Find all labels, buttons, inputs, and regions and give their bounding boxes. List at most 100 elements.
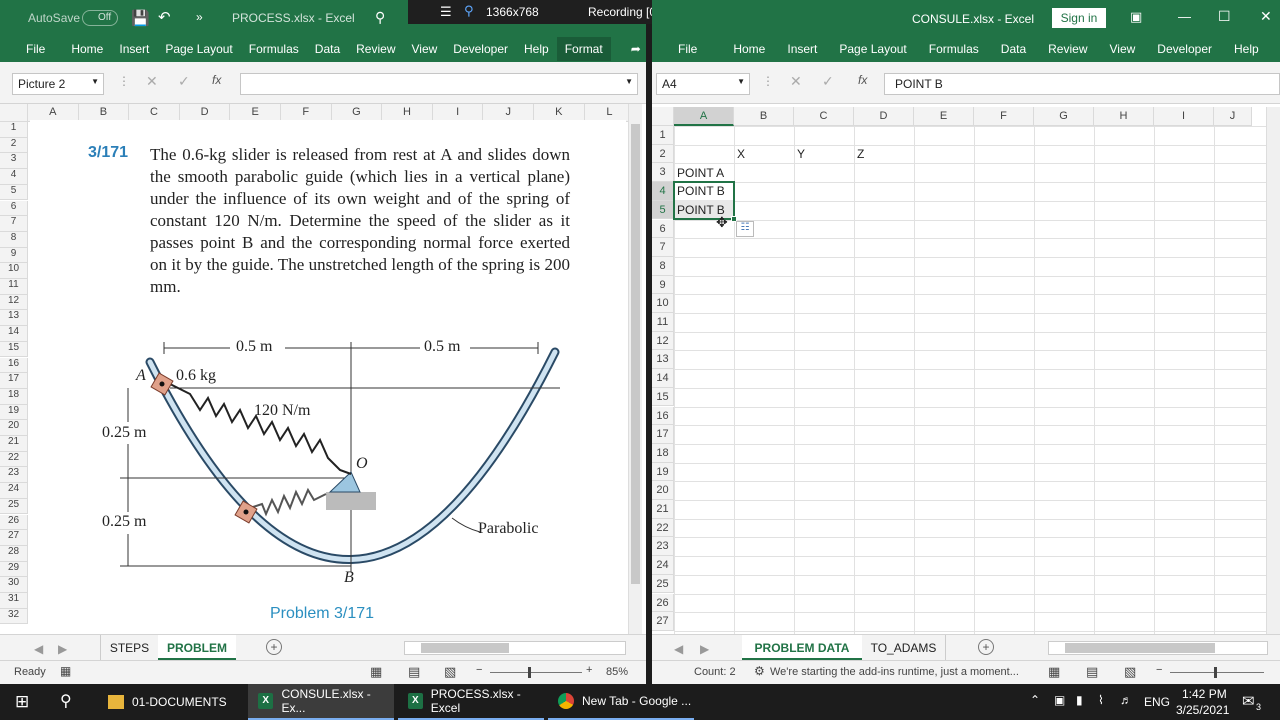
r-column-header[interactable]: A xyxy=(674,107,734,126)
r-row-header[interactable]: 11 xyxy=(652,313,674,332)
add-sheet-icon[interactable]: + xyxy=(266,639,282,655)
r-menu-formulas[interactable]: Formulas xyxy=(921,42,987,56)
normal-view-icon[interactable]: ▦ xyxy=(370,664,382,680)
r-row-header[interactable]: 26 xyxy=(652,593,674,613)
problem-picture[interactable]: 3/171 The 0.6-kg slider is released from… xyxy=(30,120,626,630)
r-menu-developer[interactable]: Developer xyxy=(1149,42,1220,56)
tray-expand-icon[interactable]: ⌃ xyxy=(1030,693,1040,707)
r-row-header[interactable]: 13 xyxy=(652,350,674,370)
more-commands-icon[interactable]: » xyxy=(196,10,203,24)
menu-formulas[interactable]: Formulas xyxy=(241,42,307,56)
r-row-header[interactable]: 10 xyxy=(652,294,674,313)
r-column-header[interactable]: B xyxy=(734,107,794,126)
ribbon-display-icon[interactable]: ▣ xyxy=(1130,9,1142,25)
row-header[interactable]: 12 xyxy=(0,294,28,311)
r-column-header[interactable]: F xyxy=(974,107,1034,126)
name-box[interactable]: Picture 2 ▼ xyxy=(12,73,104,95)
right-horizontal-scrollbar[interactable] xyxy=(1048,641,1268,655)
r-menu-home[interactable]: Home xyxy=(725,42,773,56)
notification-icon[interactable]: ✉ xyxy=(1242,692,1255,710)
windows-start-icon[interactable]: ⊞ xyxy=(15,692,29,712)
expand-icon[interactable]: ▼ xyxy=(625,77,633,86)
r-function-icon[interactable]: fx xyxy=(858,73,867,87)
r-row-header[interactable]: 20 xyxy=(652,481,674,500)
r-row-header[interactable]: 6 xyxy=(652,219,674,239)
taskbar-file-explorer[interactable]: 01-DOCUMENTS xyxy=(100,684,246,720)
page-break-view-icon[interactable]: ▧ xyxy=(444,664,456,680)
menu-home[interactable]: Home xyxy=(63,42,111,56)
r-menu-help[interactable]: Help xyxy=(1226,42,1267,56)
r-row-header[interactable]: 18 xyxy=(652,443,674,463)
tab-problem-data[interactable]: PROBLEM DATA xyxy=(742,635,862,661)
tab-prev-icon[interactable]: ◀ xyxy=(34,642,43,656)
r-enter-icon[interactable]: ✓ xyxy=(822,73,834,90)
left-hscroll-thumb[interactable] xyxy=(421,643,509,653)
row-header[interactable]: 19 xyxy=(0,404,28,421)
left-scroll-thumb[interactable] xyxy=(631,124,640,584)
r-row-header[interactable]: 3 xyxy=(652,163,674,183)
cancel-icon[interactable]: ✕ xyxy=(146,73,158,90)
cell-c2[interactable]: Y xyxy=(794,145,854,163)
row-header[interactable]: 22 xyxy=(0,451,28,468)
r-column-header[interactable]: I xyxy=(1154,107,1214,126)
cell-a3[interactable]: POINT A xyxy=(674,164,734,182)
r-column-header[interactable]: H xyxy=(1094,107,1154,126)
r-row-header[interactable]: 21 xyxy=(652,500,674,519)
row-header[interactable]: 18 xyxy=(0,388,28,405)
chevron-down-icon[interactable]: ▼ xyxy=(91,77,99,86)
row-header[interactable]: 9 xyxy=(0,247,28,264)
r-menu-view[interactable]: View xyxy=(1102,42,1144,56)
r-menu-review[interactable]: Review xyxy=(1040,42,1095,56)
enter-icon[interactable]: ✓ xyxy=(178,73,190,90)
r-menu-file[interactable]: File xyxy=(670,42,705,56)
row-header[interactable]: 8 xyxy=(0,231,28,248)
r-add-sheet-icon[interactable]: + xyxy=(978,639,994,655)
autosave-toggle[interactable]: Off xyxy=(82,10,118,26)
r-row-header[interactable]: 24 xyxy=(652,556,674,575)
r-row-header[interactable]: 25 xyxy=(652,574,674,594)
right-formula-input[interactable]: POINT B xyxy=(884,73,1280,95)
row-header[interactable]: 11 xyxy=(0,279,28,295)
r-column-header[interactable]: D xyxy=(854,107,914,126)
tray-app-icon[interactable]: ▣ xyxy=(1054,693,1065,707)
row-header[interactable]: 4 xyxy=(0,169,28,185)
row-header[interactable]: 20 xyxy=(0,420,28,436)
zoom-level[interactable]: 85% xyxy=(606,666,628,678)
row-header[interactable]: 30 xyxy=(0,577,28,593)
r-row-header[interactable]: 27 xyxy=(652,612,674,631)
row-header[interactable]: 31 xyxy=(0,593,28,609)
row-header[interactable]: 10 xyxy=(0,263,28,279)
menu-file[interactable]: File xyxy=(18,42,53,56)
search-icon[interactable]: ⚲ xyxy=(375,9,385,26)
taskbar-search-icon[interactable]: ⚲ xyxy=(60,691,72,711)
function-icon[interactable]: fx xyxy=(212,73,221,87)
row-header[interactable]: 14 xyxy=(0,326,28,342)
r-column-header[interactable]: E xyxy=(914,107,974,126)
page-layout-view-icon[interactable]: ▤ xyxy=(408,664,420,680)
clock-time[interactable]: 1:42 PM xyxy=(1182,687,1227,701)
row-header[interactable]: 3 xyxy=(0,153,28,170)
r-column-header[interactable]: C xyxy=(794,107,854,126)
r-zoom-slider-thumb[interactable] xyxy=(1214,667,1217,678)
row-header[interactable]: 6 xyxy=(0,200,28,217)
taskbar-process-excel[interactable]: X PROCESS.xlsx - Excel xyxy=(398,684,544,720)
row-header[interactable]: 17 xyxy=(0,373,28,389)
right-hscroll-thumb[interactable] xyxy=(1065,643,1215,653)
row-header[interactable]: 21 xyxy=(0,436,28,452)
r-zoom-out-icon[interactable]: − xyxy=(1156,664,1162,676)
minimize-icon[interactable]: — xyxy=(1178,9,1191,24)
r-row-header[interactable]: 7 xyxy=(652,238,674,257)
r-zoom-slider[interactable] xyxy=(1170,667,1264,678)
row-header[interactable]: 23 xyxy=(0,467,28,484)
undo-icon[interactable]: ↶ xyxy=(158,8,171,26)
r-chevron-down-icon[interactable]: ▼ xyxy=(737,77,745,86)
row-header[interactable]: 28 xyxy=(0,545,28,562)
taskbar-chrome[interactable]: New Tab - Google ... xyxy=(548,684,694,720)
r-row-header[interactable]: 12 xyxy=(652,331,674,351)
r-row-header[interactable]: 17 xyxy=(652,425,674,444)
right-name-box[interactable]: A4 ▼ xyxy=(656,73,750,95)
r-menu-insert[interactable]: Insert xyxy=(779,42,825,56)
menu-insert[interactable]: Insert xyxy=(111,42,157,56)
r-row-header[interactable]: 19 xyxy=(652,462,674,482)
menu-developer[interactable]: Developer xyxy=(445,42,516,56)
